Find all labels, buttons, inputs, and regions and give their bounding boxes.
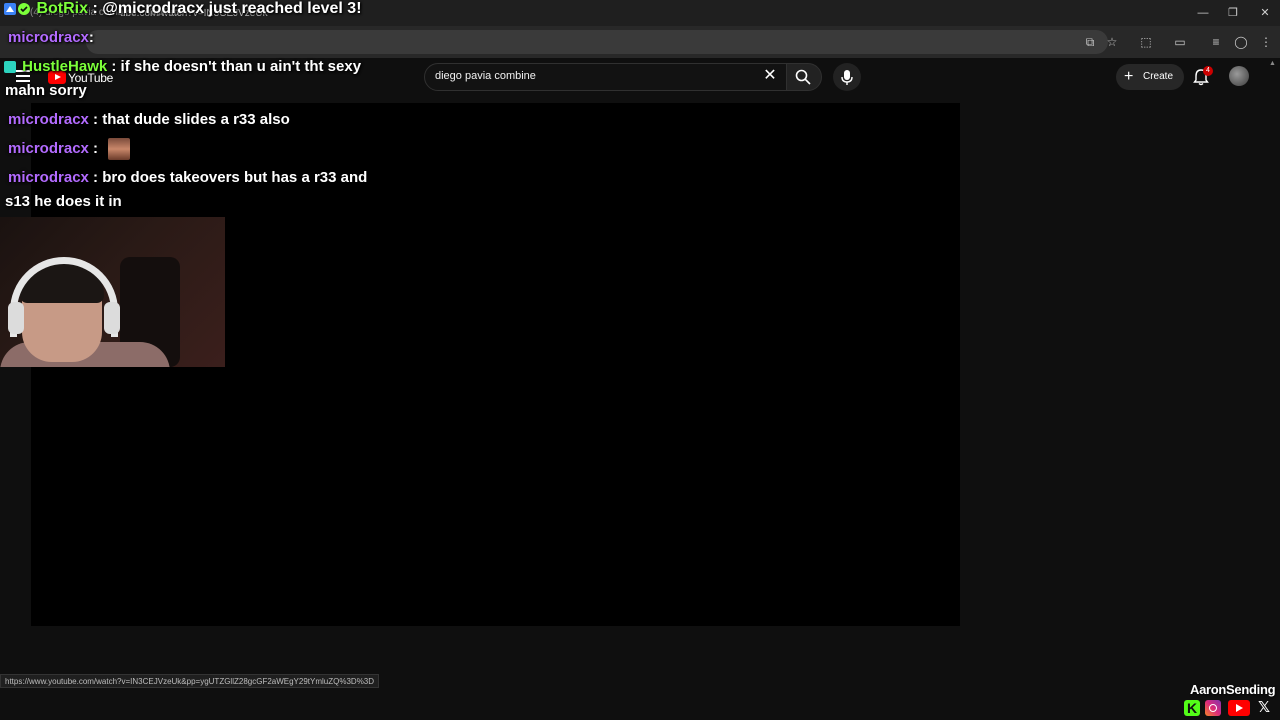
chat-message: microdracx : that dude slides a r33 also [8, 108, 290, 132]
x-icon: 𝕏 [1257, 699, 1271, 716]
chat-separator: : [111, 58, 117, 75]
headset-icon [10, 257, 118, 337]
chat-username: microdracx [8, 140, 89, 157]
url-field[interactable] [86, 30, 1108, 54]
microphone-icon [841, 70, 853, 85]
notification-count-badge: 4 [1203, 66, 1213, 76]
plus-icon: + [1124, 68, 1134, 85]
chat-separator: : [88, 29, 94, 46]
search-query[interactable]: diego pavia combine [435, 70, 536, 82]
voice-search-button[interactable] [833, 63, 861, 91]
instagram-icon [1205, 700, 1221, 716]
chat-emote-icon [108, 138, 131, 161]
close-button[interactable]: ✕ [1254, 5, 1276, 21]
chat-separator: : [93, 169, 99, 186]
chat-username: microdracx [8, 29, 89, 46]
chat-message: HustleHawk : if she doesn't than u ain't… [4, 55, 361, 79]
streamer-webcam [0, 217, 225, 367]
chat-separator: : [93, 140, 99, 157]
account-avatar[interactable] [1229, 66, 1249, 86]
chat-message: microdracx : bro does takeovers but has … [8, 166, 367, 190]
headset-earcup-left [8, 302, 24, 334]
kick-icon [1184, 700, 1200, 716]
bookmark-star-icon[interactable]: ☆ [1104, 34, 1120, 50]
chat-username: HustleHawk [22, 58, 108, 75]
install-app-icon[interactable]: ⧉ [1082, 34, 1098, 50]
chat-text: bro does takeovers but has a r33 and [102, 169, 368, 186]
chat-text-continued: s13 he does it in [5, 193, 122, 210]
create-label: Create [1143, 71, 1174, 82]
chat-separator: : [93, 111, 99, 128]
chat-message: microdracx: [8, 26, 94, 50]
chat-username: BotRix [36, 0, 89, 17]
chat-text-continued: mahn sorry [5, 82, 87, 99]
chat-message: microdracx : [8, 137, 131, 161]
chat-text: that dude slides a r33 also [102, 111, 290, 128]
status-bar-url: https://www.youtube.com/watch?v=IN3CEJVz… [0, 674, 380, 688]
scroll-up-arrow-icon[interactable]: ▲ [1269, 60, 1276, 67]
extensions-icon[interactable]: ⬚ [1138, 34, 1154, 50]
chat-username: microdracx [8, 111, 89, 128]
verified-badge-icon [18, 2, 30, 15]
bot-badge-icon [4, 2, 16, 15]
streamer-name: AaronSending [1190, 682, 1276, 697]
chat-text: if she doesn't than u ain't tht sexy [120, 58, 362, 75]
search-icon[interactable] [794, 68, 812, 86]
chat-username: microdracx [8, 169, 89, 186]
chat-message: BotRix : @microdracx just reached level … [4, 0, 362, 21]
chat-separator: : [92, 0, 98, 17]
restore-button[interactable]: ❐ [1222, 5, 1244, 21]
minimize-button[interactable]: — [1192, 5, 1214, 21]
chat-text: @microdracx just reached level 3! [102, 0, 362, 17]
media-control-icon[interactable]: ≡ [1208, 34, 1224, 50]
browser-menu-icon[interactable]: ⋮ [1258, 34, 1274, 50]
clear-search-icon[interactable]: ✕ [760, 66, 780, 86]
sub-badge-icon [4, 61, 16, 74]
cast-icon[interactable]: ▭ [1172, 34, 1188, 50]
profile-icon[interactable]: ◯ [1233, 34, 1249, 50]
headset-earcup-right [104, 302, 120, 334]
youtube-icon [1228, 700, 1250, 716]
